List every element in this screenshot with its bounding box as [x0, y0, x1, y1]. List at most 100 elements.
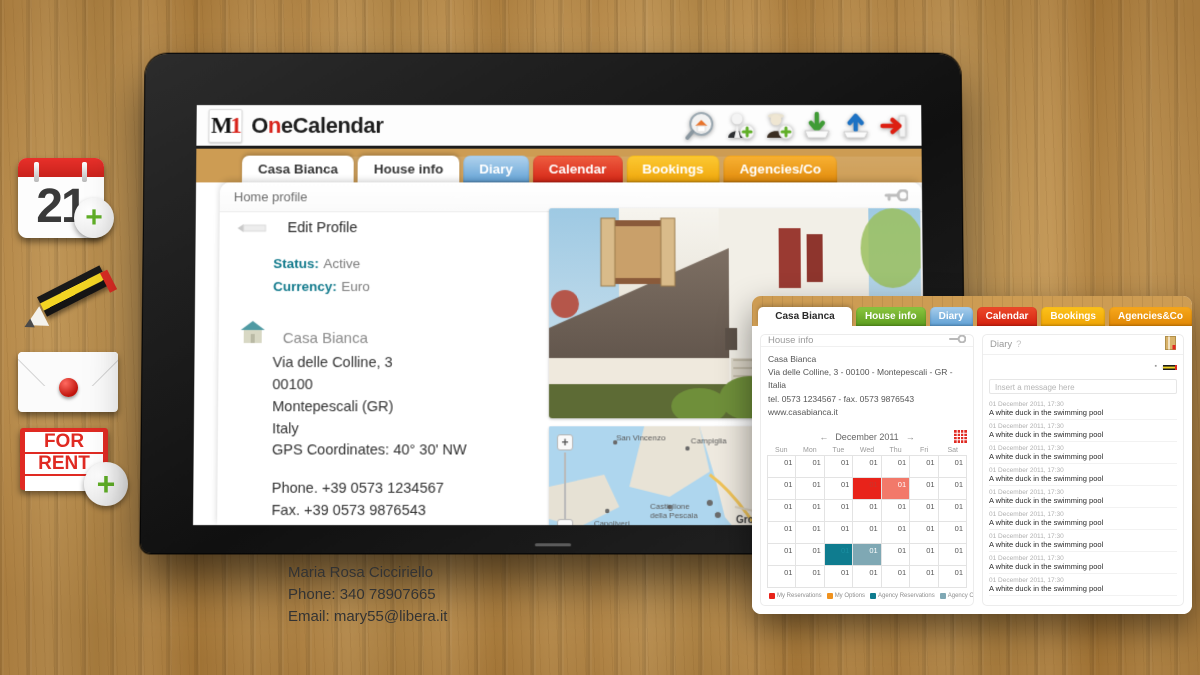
- calendar-cell[interactable]: 01: [939, 500, 967, 522]
- calendar-grid-view-icon[interactable]: [954, 430, 967, 443]
- float-tab-bookings[interactable]: Bookings: [1041, 307, 1105, 326]
- mail-icon[interactable]: [18, 352, 118, 412]
- diary-entry[interactable]: 01 December 2011, 17:30 A white duck in t…: [989, 508, 1177, 530]
- float-tab-diary[interactable]: Diary: [930, 307, 973, 326]
- calendar-cell[interactable]: 01: [882, 500, 910, 522]
- app-tab-background: Casa Bianca House info Diary Calendar Bo…: [196, 149, 922, 183]
- calendar-add-icon[interactable]: 21 +: [18, 158, 114, 244]
- calendar-cell[interactable]: 01: [882, 478, 910, 500]
- float-house-line-4: www.casabianca.it: [768, 406, 966, 419]
- for-rent-add-icon[interactable]: FOR RENT +: [20, 428, 128, 506]
- calendar-cell[interactable]: 01: [768, 566, 796, 588]
- download-icon[interactable]: [802, 111, 832, 141]
- calendar-cell[interactable]: 01: [910, 500, 938, 522]
- calendar-cell[interactable]: 01: [825, 566, 853, 588]
- calendar-cell[interactable]: 01: [853, 566, 881, 588]
- calendar-prev-month-button[interactable]: ←: [819, 432, 828, 442]
- tab-casa-bianca[interactable]: Casa Bianca: [242, 156, 354, 183]
- calendar-cell[interactable]: 01: [910, 566, 938, 588]
- map-zoom-in-button[interactable]: +: [557, 434, 573, 450]
- add-agent-icon[interactable]: [763, 111, 793, 141]
- map-zoom-slider-track[interactable]: [564, 452, 566, 519]
- calendar-cell[interactable]: 01: [910, 456, 938, 478]
- diary-entry[interactable]: 01 December 2011, 17:30 A white duck in t…: [989, 530, 1177, 552]
- calendar-cell[interactable]: 01: [796, 544, 824, 566]
- diary-entry[interactable]: 01 December 2011, 17:30 A white duck in t…: [989, 552, 1177, 574]
- diary-help-icon[interactable]: ?: [1016, 339, 1021, 350]
- calendar-cell[interactable]: 01: [825, 544, 853, 566]
- tab-agencies[interactable]: Agencies/Co: [724, 156, 838, 183]
- floating-window[interactable]: Casa Bianca House info Diary Calendar Bo…: [752, 296, 1192, 614]
- calendar-cell[interactable]: 01: [825, 522, 853, 544]
- key-icon[interactable]: [884, 188, 908, 206]
- diary-entry[interactable]: 01 December 2011, 17:30 A white duck in t…: [989, 398, 1177, 420]
- calendar-legend-item: My Reservations: [769, 593, 822, 599]
- calendar-cell[interactable]: 01: [796, 522, 824, 544]
- tab-diary[interactable]: Diary: [463, 156, 529, 183]
- calendar-cell[interactable]: 01: [882, 456, 910, 478]
- float-tab-agencies[interactable]: Agencies&Co: [1109, 307, 1192, 326]
- search-house-icon[interactable]: [685, 111, 715, 141]
- calendar-cell[interactable]: 01: [910, 544, 938, 566]
- calendar-cell[interactable]: 01: [882, 522, 910, 544]
- tab-calendar[interactable]: Calendar: [533, 156, 623, 183]
- tab-bookings[interactable]: Bookings: [626, 156, 719, 183]
- calendar-cell[interactable]: 01: [796, 566, 824, 588]
- diary-entry[interactable]: 01 December 2011, 17:30 A white duck in t…: [989, 486, 1177, 508]
- pencil-icon[interactable]: [22, 272, 118, 350]
- calendar-cell[interactable]: 01: [939, 456, 967, 478]
- float-house-line-1: Casa Bianca: [768, 353, 966, 366]
- float-house-info-title: House info: [768, 335, 813, 346]
- tablet-home-indicator[interactable]: [535, 543, 571, 546]
- calendar-cell[interactable]: 01: [796, 456, 824, 478]
- calendar-cell[interactable]: 01: [796, 478, 824, 500]
- diary-pencil-icon[interactable]: [1161, 357, 1177, 375]
- diary-message-input[interactable]: Insert a message here: [989, 379, 1177, 394]
- calendar-cell[interactable]: 01: [853, 500, 881, 522]
- calendar-cell[interactable]: 01: [796, 500, 824, 522]
- contact-name: Maria Rosa Cicciriello: [288, 562, 447, 584]
- map-zoom-out-button[interactable]: −: [557, 519, 573, 525]
- calendar-cell[interactable]: 01: [882, 566, 910, 588]
- calendar-cell[interactable]: 01: [882, 544, 910, 566]
- notebook-icon[interactable]: [1165, 336, 1176, 353]
- diary-entry[interactable]: 01 December 2011, 17:30 A white duck in t…: [989, 420, 1177, 442]
- calendar-cell[interactable]: 01: [768, 522, 796, 544]
- calendar-cell[interactable]: 01: [768, 544, 796, 566]
- floating-window-tabstrip: Casa Bianca House info Diary Calendar Bo…: [752, 296, 1192, 326]
- float-tab-casa-bianca[interactable]: Casa Bianca: [758, 307, 852, 326]
- float-tab-house-info[interactable]: House info: [856, 307, 926, 326]
- calendar-cell[interactable]: 01: [910, 478, 938, 500]
- diary-entry[interactable]: 01 December 2011, 17:30 A white duck in t…: [989, 464, 1177, 486]
- tab-house-info[interactable]: House info: [358, 156, 460, 183]
- diary-entry[interactable]: 01 December 2011, 17:30 A white duck in t…: [989, 574, 1177, 596]
- calendar-cell[interactable]: 01: [853, 544, 881, 566]
- calendar-cell[interactable]: 01: [768, 500, 796, 522]
- legend-label: My Options: [835, 593, 865, 599]
- float-key-icon[interactable]: [948, 335, 966, 346]
- diary-entry[interactable]: 01 December 2011, 17:30 A white duck in t…: [989, 442, 1177, 464]
- calendar-cell[interactable]: 01: [853, 456, 881, 478]
- for-rent-line-1: FOR: [25, 432, 103, 452]
- calendar-cell[interactable]: 01: [853, 522, 881, 544]
- calendar-cell[interactable]: 01: [939, 566, 967, 588]
- calendar-cell[interactable]: 01: [825, 500, 853, 522]
- logout-icon[interactable]: [879, 111, 909, 141]
- calendar-cell[interactable]: 01: [853, 478, 881, 500]
- float-tab-calendar[interactable]: Calendar: [977, 307, 1038, 326]
- add-owner-icon[interactable]: [724, 111, 754, 141]
- calendar-cell[interactable]: 01: [939, 522, 967, 544]
- calendar-cell[interactable]: 01: [768, 456, 796, 478]
- calendar-cell[interactable]: 01: [910, 522, 938, 544]
- calendar-cell[interactable]: 01: [939, 478, 967, 500]
- app-header: M1 OneCalendar: [196, 105, 921, 149]
- calendar-cell[interactable]: 01: [825, 478, 853, 500]
- floating-window-body: House info Casa Bianca Via delle Colline…: [752, 326, 1192, 614]
- calendar-cell[interactable]: 01: [825, 456, 853, 478]
- legend-swatch: [940, 593, 946, 599]
- status-label: Status:: [273, 256, 319, 271]
- calendar-cell[interactable]: 01: [768, 478, 796, 500]
- calendar-cell[interactable]: 01: [939, 544, 967, 566]
- upload-icon[interactable]: [841, 111, 871, 141]
- calendar-next-month-button[interactable]: →: [906, 432, 915, 442]
